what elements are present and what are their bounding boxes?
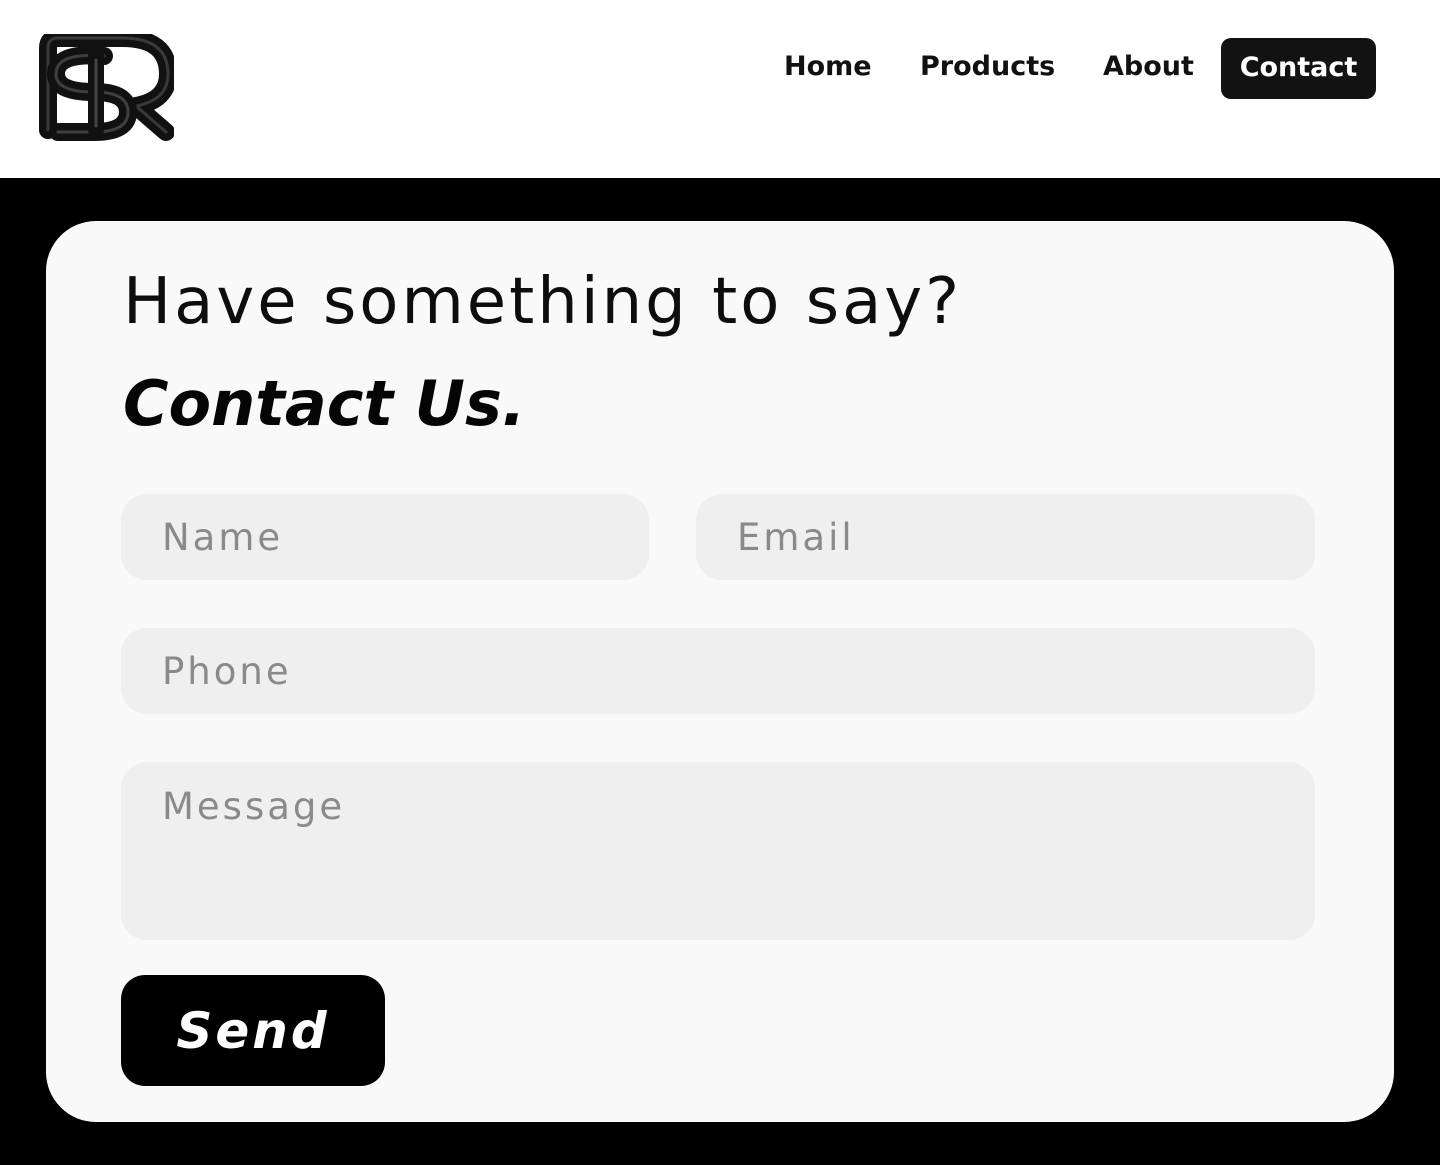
- phone-input[interactable]: [121, 628, 1315, 714]
- nav-about-link[interactable]: About: [1103, 38, 1194, 99]
- send-button[interactable]: Send: [121, 975, 385, 1086]
- contact-heading: Have something to say?: [123, 265, 963, 339]
- contact-subheading: Contact Us.: [123, 367, 526, 440]
- message-textarea[interactable]: [121, 762, 1315, 940]
- main-nav: Home Products About Contact: [0, 38, 1440, 99]
- nav-products-link[interactable]: Products: [920, 38, 1055, 99]
- site-header: Home Products About Contact: [0, 0, 1440, 178]
- nav-contact-link[interactable]: Contact: [1221, 38, 1376, 99]
- nav-home-link[interactable]: Home: [784, 38, 872, 99]
- name-input[interactable]: [121, 494, 649, 580]
- email-input[interactable]: [696, 494, 1315, 580]
